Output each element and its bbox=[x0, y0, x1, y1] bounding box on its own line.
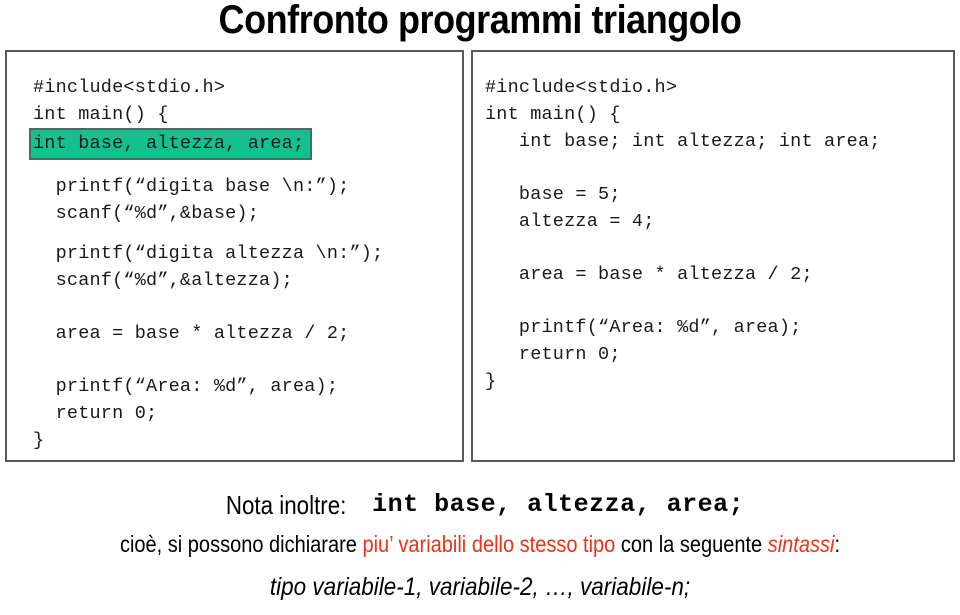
code-line-row: int base, altezza, area; bbox=[29, 128, 383, 160]
note-label: Nota inoltre: bbox=[225, 490, 347, 520]
code-line: int main() { bbox=[33, 104, 169, 125]
note-text-middle: con la seguente bbox=[615, 531, 768, 557]
note-text-before-accent: cioè, si possono dichiarare bbox=[119, 531, 363, 557]
code-line: base = 5; bbox=[485, 184, 621, 205]
code-line: return 0; bbox=[33, 403, 158, 424]
code-line: #include<stdio.h> bbox=[485, 77, 678, 98]
code-line: int base; int altezza; int area; bbox=[485, 131, 881, 152]
right-program-code: #include<stdio.h> int main() { int base; … bbox=[485, 74, 881, 395]
code-panel-right: #include<stdio.h> int main() { int base; … bbox=[471, 50, 955, 462]
code-line: altezza = 4; bbox=[485, 211, 655, 232]
code-line: area = base * altezza / 2; bbox=[33, 323, 350, 344]
note-syntax-line: tipo variabile-1, variabile-2, …, variab… bbox=[269, 573, 691, 601]
code-line: } bbox=[485, 371, 497, 392]
code-line: return 0; bbox=[485, 344, 621, 365]
code-line: #include<stdio.h> bbox=[33, 77, 226, 98]
left-program-code: #include<stdio.h> int main() { int base, a… bbox=[29, 74, 384, 454]
code-line: printf(“Area: %d”, area); bbox=[33, 376, 339, 397]
code-line: area = base * altezza / 2; bbox=[485, 264, 813, 285]
note-area: Nota inoltre: int base, altezza, area; ci… bbox=[0, 482, 960, 606]
code-line-highlighted: int base, altezza, area; bbox=[29, 128, 313, 160]
note-line-one: Nota inoltre: int base, altezza, area; bbox=[0, 482, 960, 528]
code-line: scanf(“%d”,&altezza); bbox=[33, 270, 293, 291]
page-title: Confronto programmi triangolo bbox=[218, 0, 742, 42]
code-line: scanf(“%d”,&base); bbox=[33, 203, 260, 224]
code-line: printf(“digita base \n:”); bbox=[33, 176, 350, 197]
code-line: printf(“Area: %d”, area); bbox=[485, 317, 802, 338]
note-line-two: cioè, si possono dichiarare piu’ variabi… bbox=[62, 528, 897, 560]
code-panel-left: #include<stdio.h> int main() { int base, a… bbox=[5, 50, 464, 462]
code-line: int main() { bbox=[485, 104, 621, 125]
code-line: printf(“digita altezza \n:”); bbox=[33, 243, 384, 264]
note-accent-italic-text: sintassi bbox=[767, 531, 835, 557]
code-line: } bbox=[33, 430, 45, 451]
note-text-after-accent: : bbox=[834, 531, 841, 557]
note-declaration-code: int base, altezza, area; bbox=[372, 490, 745, 519]
note-accent-text: piu’ variabili dello stesso tipo bbox=[362, 531, 616, 557]
